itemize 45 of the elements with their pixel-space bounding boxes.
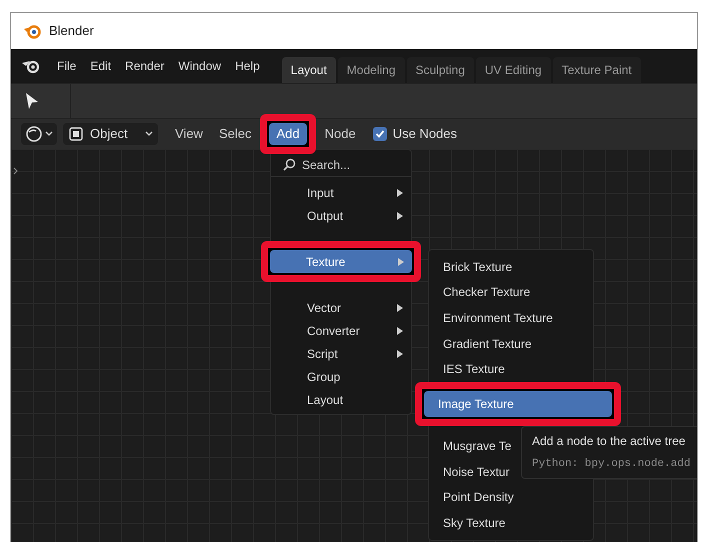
workspace-tab[interactable]: UV Editing <box>476 57 551 83</box>
menu-item[interactable]: Brick Texture <box>429 254 593 280</box>
menu-item[interactable]: Checker Texture <box>429 280 593 306</box>
cursor-arrow-icon[interactable] <box>25 92 39 110</box>
header-menu[interactable]: View <box>168 123 210 145</box>
menu-item[interactable]: Script <box>271 342 411 365</box>
tooltip-text: Add a node to the active tree <box>532 433 686 450</box>
header-menu[interactable]: Node <box>318 123 363 145</box>
menu-item[interactable]: Layout <box>271 388 411 411</box>
workspace-tab[interactable]: Layout <box>282 57 336 83</box>
menu-item[interactable]: Environment Texture <box>429 305 593 331</box>
menu-item[interactable]: Texture <box>270 250 412 273</box>
menu-item[interactable]: Converter <box>271 319 411 342</box>
caret-icon <box>145 131 153 137</box>
menu-item[interactable]: Vector <box>271 296 411 319</box>
window-title: Blender <box>49 22 94 40</box>
menu-item[interactable]: Group <box>271 365 411 388</box>
menu-item[interactable]: Help <box>229 57 266 75</box>
search-icon <box>283 158 296 171</box>
use-nodes-label: Use Nodes <box>392 125 458 144</box>
workspace-tab[interactable]: Modeling <box>338 57 404 83</box>
node-editor-icon <box>25 125 43 143</box>
menu-item[interactable]: Sky Texture <box>429 510 593 536</box>
python-path: Python: bpy.ops.node.add <box>532 457 692 472</box>
header-menu[interactable]: Add <box>269 123 307 145</box>
checkbox[interactable] <box>372 127 387 141</box>
menu-item[interactable]: Gradient Texture <box>429 330 593 356</box>
object-icon <box>68 126 84 142</box>
menu-item[interactable]: File <box>51 57 82 75</box>
menu-item[interactable]: Input <box>271 181 411 204</box>
menu-item[interactable]: IES Texture <box>429 356 593 382</box>
menu-item[interactable]: Edit <box>84 57 118 75</box>
header-menu[interactable]: Selec <box>212 123 258 145</box>
menu-item[interactable]: Window <box>172 57 228 75</box>
menu-item[interactable]: Point Density <box>429 484 593 510</box>
menu-item[interactable]: Render <box>119 57 170 75</box>
caret-icon <box>45 131 53 137</box>
mode-dropdown[interactable]: Object <box>63 123 158 145</box>
editor-type-dropdown[interactable] <box>21 123 57 145</box>
menu-item[interactable]: Output <box>271 204 411 227</box>
workspace-tab[interactable]: Sculpting <box>406 57 474 83</box>
menu-item[interactable]: Image Texture <box>424 390 612 417</box>
blender-logo-icon <box>23 23 41 39</box>
search-field[interactable]: Search... <box>271 153 411 177</box>
workspace-tab[interactable]: Texture Paint <box>552 57 641 83</box>
